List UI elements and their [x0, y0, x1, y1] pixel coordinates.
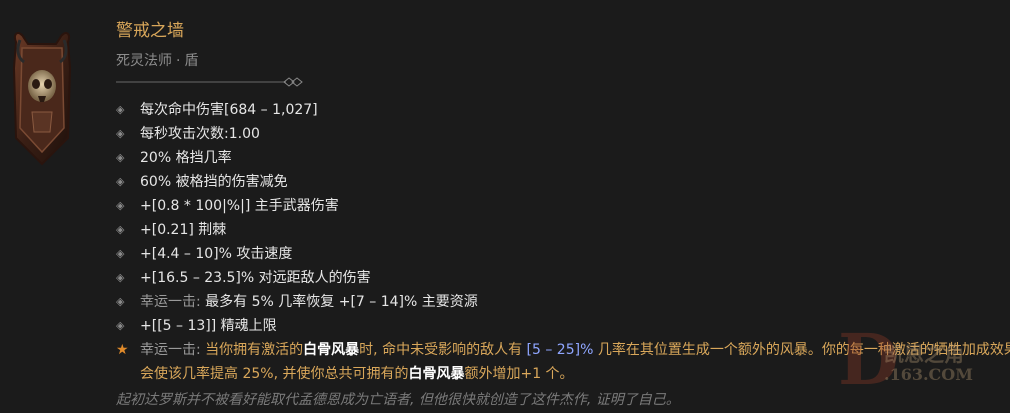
diamond-bullet-icon: ◈: [116, 103, 125, 116]
stat-line: ◈ +[0.8 * 100|%|] 主手武器伤害: [116, 194, 1000, 218]
stat-line: ◈ +[0.21] 荆棘: [116, 218, 1000, 242]
item-subtitle: 死灵法师 · 盾: [116, 50, 1000, 72]
stat-line: ◈ +[4.4 – 10]% 攻击速度: [116, 242, 1000, 266]
item-type: 盾: [184, 53, 199, 69]
diamond-bullet-icon: ◈: [116, 175, 125, 188]
stat-list: ◈ 每次命中伤害[684 – 1,027] ◈ 每秒攻击次数:1.00 ◈ 20% 格…: [116, 98, 1000, 338]
item-tooltip: 警戒之墙 死灵法师 · 盾 ◈ 每次命中伤害[684 – 1,027] ◈ 每秒攻击次数…: [0, 0, 1010, 413]
skill-name-highlight: 白骨风暴: [303, 342, 360, 358]
diamond-bullet-icon: ◈: [116, 295, 125, 308]
subtitle-separator: ·: [176, 53, 181, 69]
diamond-bullet-icon: ◈: [116, 247, 125, 260]
item-title: 警戒之墙: [116, 21, 184, 41]
watermark-text: 凯恩之角: [884, 342, 964, 366]
diamond-bullet-icon: ◈: [116, 151, 125, 164]
lucky-hit-label: 幸运一击:: [140, 342, 201, 358]
stat-line: ◈ 60% 被格挡的伤害减免: [116, 170, 1000, 194]
diamond-bullet-icon: ◈: [116, 127, 125, 140]
item-class: 死灵法师: [116, 53, 172, 69]
lucky-hit-label: 幸运一击:: [140, 294, 201, 310]
stat-line: ◈ 20% 格挡几率: [116, 146, 1000, 170]
diamond-bullet-icon: ◈: [116, 319, 125, 332]
diamond-bullet-icon: ◈: [116, 223, 125, 236]
star-icon: ★: [116, 342, 129, 358]
diamond-bullet-icon: ◈: [116, 199, 125, 212]
stat-line: ◈ 每次命中伤害[684 – 1,027]: [116, 98, 1000, 122]
stat-line: ◈ 每秒攻击次数:1.00: [116, 122, 1000, 146]
stat-line: ◈ +[16.5 – 23.5]% 对远距敌人的伤害: [116, 266, 1000, 290]
skill-name-highlight: 白骨风暴: [408, 366, 465, 382]
value-range: [5 – 25]%: [526, 342, 594, 358]
title-divider: [116, 77, 303, 87]
stat-line: ◈ 幸运一击: 最多有 5% 几率恢复 +[7 – 14]% 主要资源: [116, 290, 1000, 314]
diamond-bullet-icon: ◈: [116, 271, 125, 284]
shield-item-icon: [12, 32, 72, 166]
watermark-domain: .163.COM: [884, 365, 973, 384]
